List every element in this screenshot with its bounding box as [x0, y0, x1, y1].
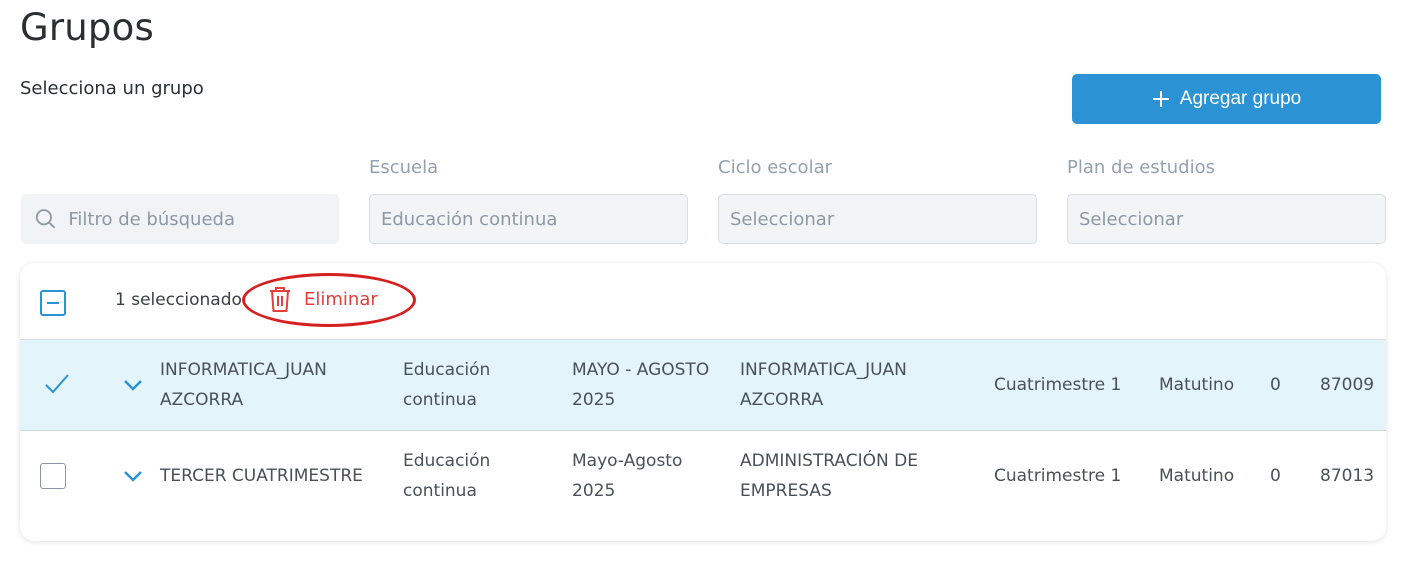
group-plan: ADMINISTRACIÓN DE EMPRESAS [740, 446, 918, 506]
group-period: Cuatrimestre 1 [994, 466, 1122, 486]
group-school-line1: Educación [403, 451, 491, 471]
group-period: Cuatrimestre 1 [994, 375, 1122, 395]
group-plan-line2: AZCORRA [740, 390, 824, 410]
school-select[interactable]: Educación continua [369, 194, 688, 244]
group-code: 87013 [1320, 466, 1375, 486]
group-plan-line2: EMPRESAS [740, 481, 832, 501]
table-row[interactable]: INFORMATICA_JUAN AZCORRA Educación conti… [20, 340, 1386, 431]
chevron-down-icon[interactable] [122, 469, 144, 483]
trash-icon [270, 287, 290, 312]
plan-filter-label: Plan de estudios [1067, 157, 1215, 178]
row-checkbox[interactable] [40, 463, 66, 489]
group-cycle-line1: MAYO - AGOSTO [572, 360, 710, 380]
group-plan-line1: ADMINISTRACIÓN DE [740, 451, 918, 471]
add-group-button[interactable]: Agregar grupo [1072, 74, 1381, 124]
group-code: 87009 [1320, 375, 1375, 395]
chevron-down-icon[interactable] [122, 378, 144, 392]
group-plan: INFORMATICA_JUAN AZCORRA [740, 355, 907, 415]
group-cycle-line2: 2025 [572, 481, 616, 501]
search-icon [35, 209, 56, 229]
plan-select-value: Seleccionar [1079, 208, 1184, 230]
selected-count: 1 seleccionado [115, 290, 242, 310]
group-cycle: Mayo-Agosto 2025 [572, 446, 682, 506]
check-icon[interactable] [44, 372, 70, 396]
group-school: Educación continua [403, 446, 490, 506]
group-name: TERCER CUATRIMESTRE [160, 466, 363, 486]
add-group-label: Agregar grupo [1179, 88, 1302, 109]
group-count: 0 [1270, 466, 1281, 486]
group-name-line2: AZCORRA [160, 390, 244, 410]
table-toolbar: 1 seleccionado Eliminar [20, 263, 1386, 340]
plus-icon [1152, 91, 1169, 107]
group-plan-line1: INFORMATICA_JUAN [740, 360, 907, 380]
select-all-checkbox[interactable] [40, 290, 66, 316]
group-school-line2: continua [403, 481, 477, 501]
group-school-line1: Educación [403, 360, 491, 380]
group-shift: Matutino [1159, 466, 1235, 486]
group-cycle: MAYO - AGOSTO 2025 [572, 355, 709, 415]
group-name: INFORMATICA_JUAN AZCORRA [160, 355, 327, 415]
cycle-filter-label: Ciclo escolar [718, 157, 832, 178]
group-cycle-line1: Mayo-Agosto [572, 451, 683, 471]
page-title: Grupos [20, 6, 154, 49]
groups-table: 1 seleccionado Eliminar INFORMATICA_JUAN… [20, 263, 1386, 541]
school-select-value: Educación continua [381, 208, 558, 230]
cycle-select-value: Seleccionar [730, 208, 835, 230]
search-field [21, 194, 339, 244]
school-filter-label: Escuela [369, 157, 439, 178]
group-school: Educación continua [403, 355, 490, 415]
cycle-select[interactable]: Seleccionar [718, 194, 1037, 244]
page-subtitle: Selecciona un grupo [20, 78, 204, 99]
group-school-line2: continua [403, 390, 477, 410]
delete-button[interactable]: Eliminar [268, 285, 378, 313]
group-name-line1: INFORMATICA_JUAN [160, 360, 327, 380]
plan-select[interactable]: Seleccionar [1067, 194, 1386, 244]
delete-label: Eliminar [304, 288, 378, 310]
group-shift: Matutino [1159, 375, 1235, 395]
group-cycle-line2: 2025 [572, 390, 616, 410]
group-count: 0 [1270, 375, 1281, 395]
table-row[interactable]: TERCER CUATRIMESTRE Educación continua M… [20, 431, 1386, 522]
search-input[interactable] [68, 208, 339, 230]
